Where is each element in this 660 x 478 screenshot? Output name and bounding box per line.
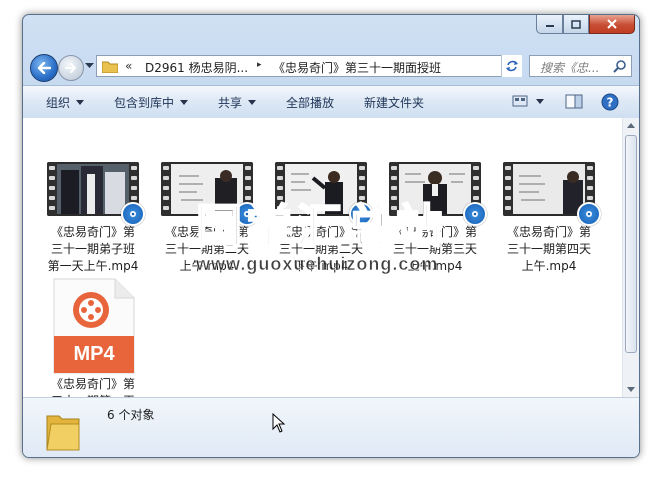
mouse-cursor-icon [272,413,286,433]
command-bar: 组织 包含到库中 共享 全部播放 新建文件夹 ? [23,85,639,119]
chevron-down-icon [76,100,85,105]
file-name-line: 第一天上午.mp4 [47,259,139,273]
item-count: 6 个对象 [107,408,155,422]
file-name-line: 三十一期第四天 [506,242,591,256]
chevron-down-icon [248,100,257,105]
window-controls [536,15,635,34]
breadcrumb-current-folder[interactable]: 《忠易奇门》第三十一期面授班 [273,59,441,76]
file-name: 《忠易奇门》第 三十一期第三天 上午.mp4 [385,224,485,275]
file-name-line: 《忠易奇门》第 [50,377,135,391]
new-folder-button[interactable]: 新建文件夹 [364,94,424,111]
file-name-line: 《忠易奇门》第 [50,225,135,239]
include-in-library-menu[interactable]: 包含到库中 [114,94,189,111]
file-name-line: 上午.mp4 [521,259,577,273]
organize-menu[interactable]: 组织 [46,94,85,111]
preview-pane-icon[interactable] [565,94,583,109]
forward-arrow-icon [65,63,77,73]
file-name: 《忠易奇门》第 三十一期第二天 下午.mp4 [271,224,371,275]
folder-large-icon [46,415,80,451]
search-box[interactable]: 搜索《忠... [529,55,632,77]
media-player-badge-icon [349,202,373,226]
recent-pages-dropdown-icon[interactable] [85,63,94,69]
refresh-button[interactable] [501,55,522,77]
minimize-icon [545,25,554,27]
file-name-line: 上午.mp4 [407,259,463,273]
media-player-badge-icon [577,202,601,226]
address-bar[interactable]: « D2961 杨忠易阴... ▸ 《忠易奇门》第三十一期面授班 [96,55,521,77]
refresh-icon [506,60,518,72]
file-name-line: 三十一期第二天 [278,242,363,256]
media-player-badge-icon [121,202,145,226]
file-name-line: 《忠易奇门》第 [278,225,363,239]
search-placeholder: 搜索《忠... [540,61,600,75]
file-name-line: 下午.mp4 [293,259,349,273]
file-name-line: 三十一期第三天 [392,242,477,256]
breadcrumb-segment[interactable]: D2961 杨忠易阴... [145,59,248,76]
change-view-icon[interactable] [512,94,528,108]
media-player-badge-icon [235,202,259,226]
maximize-icon [571,19,581,29]
forward-button[interactable] [58,55,84,81]
view-options-dropdown-icon[interactable] [536,99,544,104]
scroll-down-icon[interactable] [627,387,635,392]
svg-text:?: ? [607,96,614,110]
file-name-line: 《忠易奇门》第 [164,225,249,239]
address-overflow-chevron[interactable]: « [125,59,132,73]
chevron-down-icon [180,100,189,105]
file-list-area: 《忠易奇门》第 三十一期弟子班 第一天上午.mp4 《忠易奇门》第 三十一期第二… [23,118,622,408]
breadcrumb-separator-icon[interactable]: ▸ [257,60,262,70]
details-pane: 6 个对象 [23,397,639,457]
file-name-line: 《忠易奇门》第 [392,225,477,239]
search-icon[interactable] [613,59,627,73]
media-player-badge-icon [463,202,487,226]
back-arrow-icon [37,62,51,74]
file-name-line: 上午.mp4 [179,259,235,273]
help-icon[interactable]: ? [601,93,619,111]
back-button[interactable] [30,54,58,82]
navigation-bar: « D2961 杨忠易阴... ▸ 《忠易奇门》第三十一期面授班 搜索《忠... [23,51,639,83]
close-icon [607,19,617,29]
file-name: 《忠易奇门》第 三十一期第二天 上午.mp4 [157,224,257,275]
minimize-button[interactable] [536,15,563,34]
file-name: 《忠易奇门》第 三十一期第四天 上午.mp4 [499,224,599,275]
file-name: 《忠易奇门》第 三十一期弟子班 第一天上午.mp4 [43,224,143,275]
maximize-button[interactable] [563,15,589,34]
scrollbar-thumb[interactable] [625,135,637,353]
play-all-button[interactable]: 全部播放 [286,94,334,111]
share-label: 共享 [218,96,243,110]
vertical-scrollbar[interactable] [622,118,639,397]
file-name-line: 三十一期第二天 [164,242,249,256]
file-name-line: 三十一期弟子班 [50,242,135,256]
folder-icon [102,61,118,73]
file-name-line: 《忠易奇门》第 [506,225,591,239]
include-library-label: 包含到库中 [114,96,175,110]
organize-label: 组织 [46,96,71,110]
file-item[interactable]: MP4 《忠易奇门》第 三十一期第一天 [43,278,143,408]
scroll-up-icon[interactable] [627,123,635,128]
share-menu[interactable]: 共享 [218,94,257,111]
explorer-window: « D2961 杨忠易阴... ▸ 《忠易奇门》第三十一期面授班 搜索《忠...… [22,14,640,458]
close-button[interactable] [589,15,635,34]
mp4-badge-label: MP4 [73,343,115,365]
